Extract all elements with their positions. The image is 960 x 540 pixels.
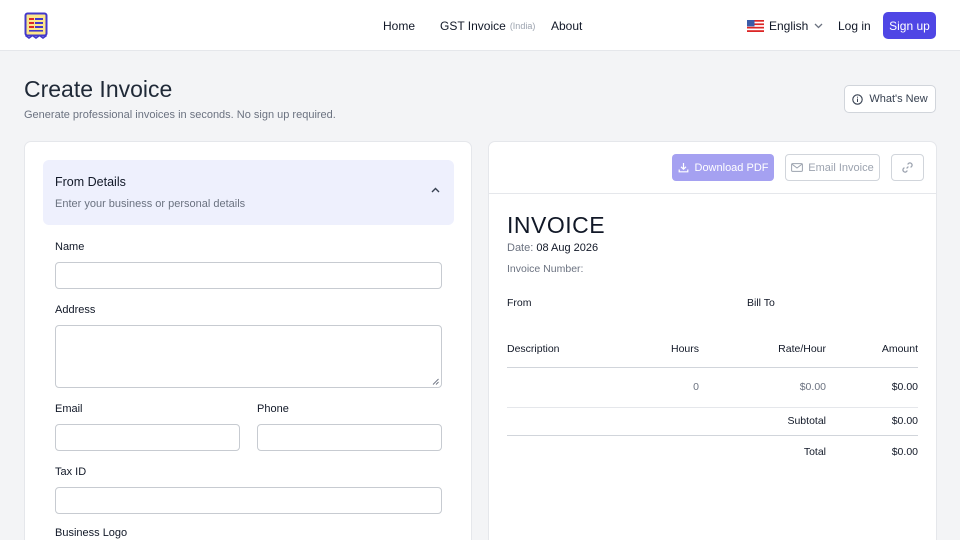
- nav-home-link[interactable]: Home: [383, 0, 415, 51]
- top-navbar: Home GST Invoice (India) About English L…: [0, 0, 960, 51]
- column-header-hours: Hours: [670, 343, 699, 355]
- column-header-rate: Rate/Hour: [778, 343, 826, 355]
- subtotal-label: Subtotal: [787, 415, 826, 427]
- row-hours: 0: [693, 381, 699, 393]
- link-icon: [902, 162, 913, 173]
- column-header-description: Description: [507, 343, 560, 355]
- phone-field-label: Phone: [257, 403, 289, 415]
- nav-gst-invoice-link[interactable]: GST Invoice (India): [440, 0, 535, 51]
- total-label: Total: [803, 446, 826, 458]
- receipt-icon[interactable]: [24, 12, 48, 39]
- subtotal-divider: [507, 435, 918, 436]
- address-field[interactable]: [55, 325, 442, 388]
- info-icon: [852, 93, 864, 105]
- tax-id-field-label: Tax ID: [55, 466, 87, 478]
- chevron-down-icon: [814, 23, 823, 28]
- address-field-label: Address: [55, 304, 96, 316]
- invoice-preview-card: Download PDF Email Invoice INVOICE Date:…: [488, 141, 937, 540]
- whats-new-button[interactable]: What's New: [844, 85, 936, 113]
- invoice-date: Date: 08 Aug 2026: [507, 242, 598, 254]
- column-header-amount: Amount: [881, 343, 918, 355]
- copy-link-button[interactable]: [891, 154, 924, 181]
- us-flag-icon: [747, 19, 764, 32]
- row-rate: $0.00: [799, 381, 826, 393]
- email-field-label: Email: [55, 403, 83, 415]
- email-invoice-label: Email Invoice: [808, 161, 874, 174]
- from-details-description: Enter your business or personal details: [55, 198, 246, 210]
- phone-field[interactable]: [257, 424, 442, 451]
- business-logo-label: Business Logo: [55, 527, 128, 539]
- total-value: $0.00: [891, 446, 918, 458]
- nav-gst-region-label: (India): [509, 20, 536, 31]
- nav-about-link[interactable]: About: [551, 0, 582, 51]
- resize-grip-icon[interactable]: [432, 378, 439, 385]
- from-details-section-header[interactable]: From Details Enter your business or pers…: [43, 160, 454, 225]
- download-icon: [678, 163, 688, 173]
- email-invoice-button[interactable]: Email Invoice: [785, 154, 880, 181]
- preview-toolbar: Download PDF Email Invoice: [489, 142, 936, 194]
- subtotal-value: $0.00: [891, 415, 918, 427]
- from-label: From: [507, 297, 532, 309]
- page-subtitle: Generate professional invoices in second…: [24, 109, 336, 121]
- invoice-number-label: Invoice Number:: [507, 263, 584, 275]
- download-pdf-label: Download PDF: [694, 161, 769, 174]
- nav-gst-invoice-label: GST Invoice: [440, 18, 506, 33]
- invoice-form-card: From Details Enter your business or pers…: [24, 141, 472, 540]
- bill-to-label: Bill To: [747, 297, 775, 309]
- download-pdf-button[interactable]: Download PDF: [672, 154, 774, 181]
- email-field[interactable]: [55, 424, 240, 451]
- signup-button[interactable]: Sign up: [883, 12, 936, 39]
- language-label: English: [769, 18, 809, 33]
- name-field[interactable]: [55, 262, 442, 289]
- name-field-label: Name: [55, 241, 85, 253]
- chevron-up-icon[interactable]: [431, 187, 440, 193]
- page-title: Create Invoice: [24, 76, 173, 102]
- login-link[interactable]: Log in: [838, 0, 871, 51]
- row-amount: $0.00: [891, 381, 918, 393]
- table-header-divider: [507, 367, 918, 368]
- invoice-title: INVOICE: [507, 212, 606, 238]
- mail-icon: [791, 163, 804, 172]
- from-details-title: From Details: [55, 175, 126, 189]
- whats-new-label: What's New: [869, 93, 928, 105]
- tax-id-field[interactable]: [55, 487, 442, 514]
- invoice-date-value: 08 Aug 2026: [536, 242, 599, 254]
- row-divider: [507, 407, 918, 408]
- language-selector[interactable]: English: [747, 0, 823, 51]
- invoice-date-label: Date:: [507, 242, 534, 254]
